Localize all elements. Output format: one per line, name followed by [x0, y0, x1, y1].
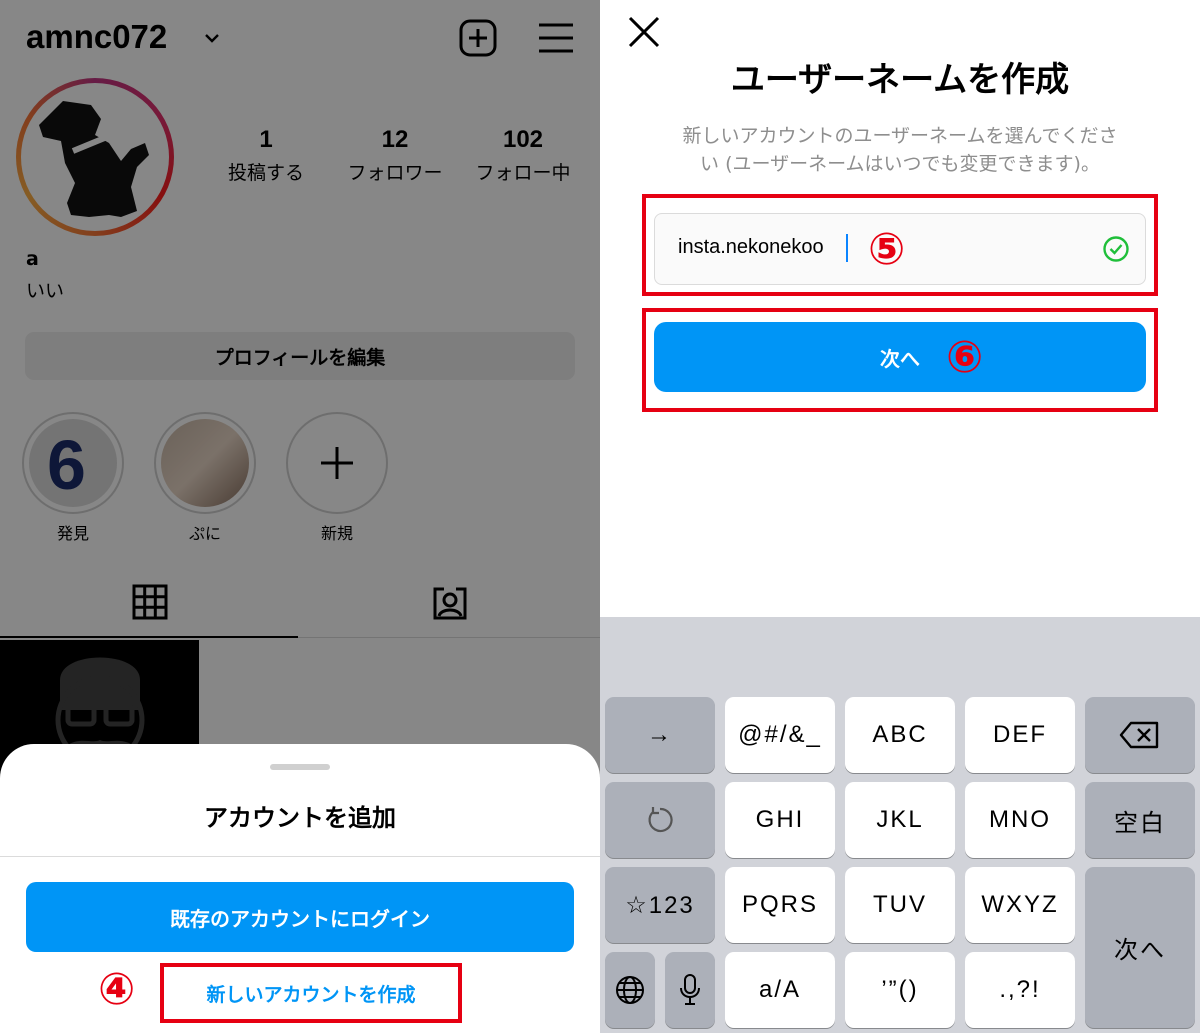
valid-check-icon — [1103, 236, 1129, 262]
profile-screen: amnc072 1 投稿する 12 フォロワー 102 フォロー中 a いい プ… — [0, 0, 600, 1033]
description-line-2: い (ユーザーネームはいつでも変更できます)。 — [700, 153, 1100, 175]
close-icon[interactable] — [626, 14, 662, 50]
key-numbers[interactable]: ☆123 — [605, 867, 715, 943]
key-space[interactable]: 空白 — [1085, 782, 1195, 858]
key-microphone[interactable] — [665, 952, 715, 1028]
undo-icon — [648, 807, 673, 833]
key-undo[interactable] — [605, 782, 715, 858]
microphone-icon — [680, 974, 700, 1005]
sheet-divider — [0, 856, 600, 857]
username-input-value: insta.nekonekoo — [678, 236, 824, 258]
next-button[interactable]: 次へ — [654, 322, 1146, 392]
create-new-account-label: 新しいアカウントを作成 — [206, 983, 416, 1006]
sheet-grabber[interactable] — [270, 764, 330, 770]
key-wxyz[interactable]: WXYZ — [965, 867, 1075, 943]
description-line-1: 新しいアカウントのユーザーネームを選んでくださ — [682, 125, 1118, 147]
key-def[interactable]: DEF — [965, 697, 1075, 773]
key-arrow-right[interactable]: → — [605, 697, 715, 773]
key-pqrs[interactable]: PQRS — [725, 867, 835, 943]
key-mno[interactable]: MNO — [965, 782, 1075, 858]
sheet-title: アカウントを追加 — [204, 804, 396, 832]
next-button-label: 次へ — [880, 346, 920, 371]
key-punctuation[interactable]: .,?! — [965, 952, 1075, 1028]
text-caret — [846, 234, 848, 262]
key-backspace[interactable] — [1085, 697, 1195, 773]
step-marker-6: ⑥ — [946, 332, 984, 383]
create-new-account-button[interactable]: 新しいアカウントを作成 — [160, 963, 462, 1023]
page-description: 新しいアカウントのユーザーネームを選んでくださ い (ユーザーネームはいつでも変… — [640, 122, 1160, 178]
key-abc[interactable]: ABC — [845, 697, 955, 773]
backspace-icon — [1119, 721, 1159, 749]
key-tuv[interactable]: TUV — [845, 867, 955, 943]
key-next[interactable]: 次へ — [1085, 867, 1195, 1028]
globe-icon — [616, 976, 644, 1004]
create-username-screen: ユーザーネームを作成 新しいアカウントのユーザーネームを選んでくださ い (ユー… — [600, 0, 1200, 1033]
login-existing-account-button[interactable]: 既存のアカウントにログイン — [26, 882, 574, 952]
key-case[interactable]: a/A — [725, 952, 835, 1028]
page-title: ユーザーネームを作成 — [730, 60, 1070, 100]
keyboard: → @#/&_ ABC DEF GHI JKL MNO 空白 ☆123 PQRS… — [600, 617, 1200, 1033]
key-symbols[interactable]: @#/&_ — [725, 697, 835, 773]
key-ghi[interactable]: GHI — [725, 782, 835, 858]
key-quotes[interactable]: ’”() — [845, 952, 955, 1028]
key-jkl[interactable]: JKL — [845, 782, 955, 858]
step-marker-5: ⑤ — [868, 224, 906, 275]
step-marker-4: ④ — [98, 964, 136, 1015]
key-globe[interactable] — [605, 952, 655, 1028]
